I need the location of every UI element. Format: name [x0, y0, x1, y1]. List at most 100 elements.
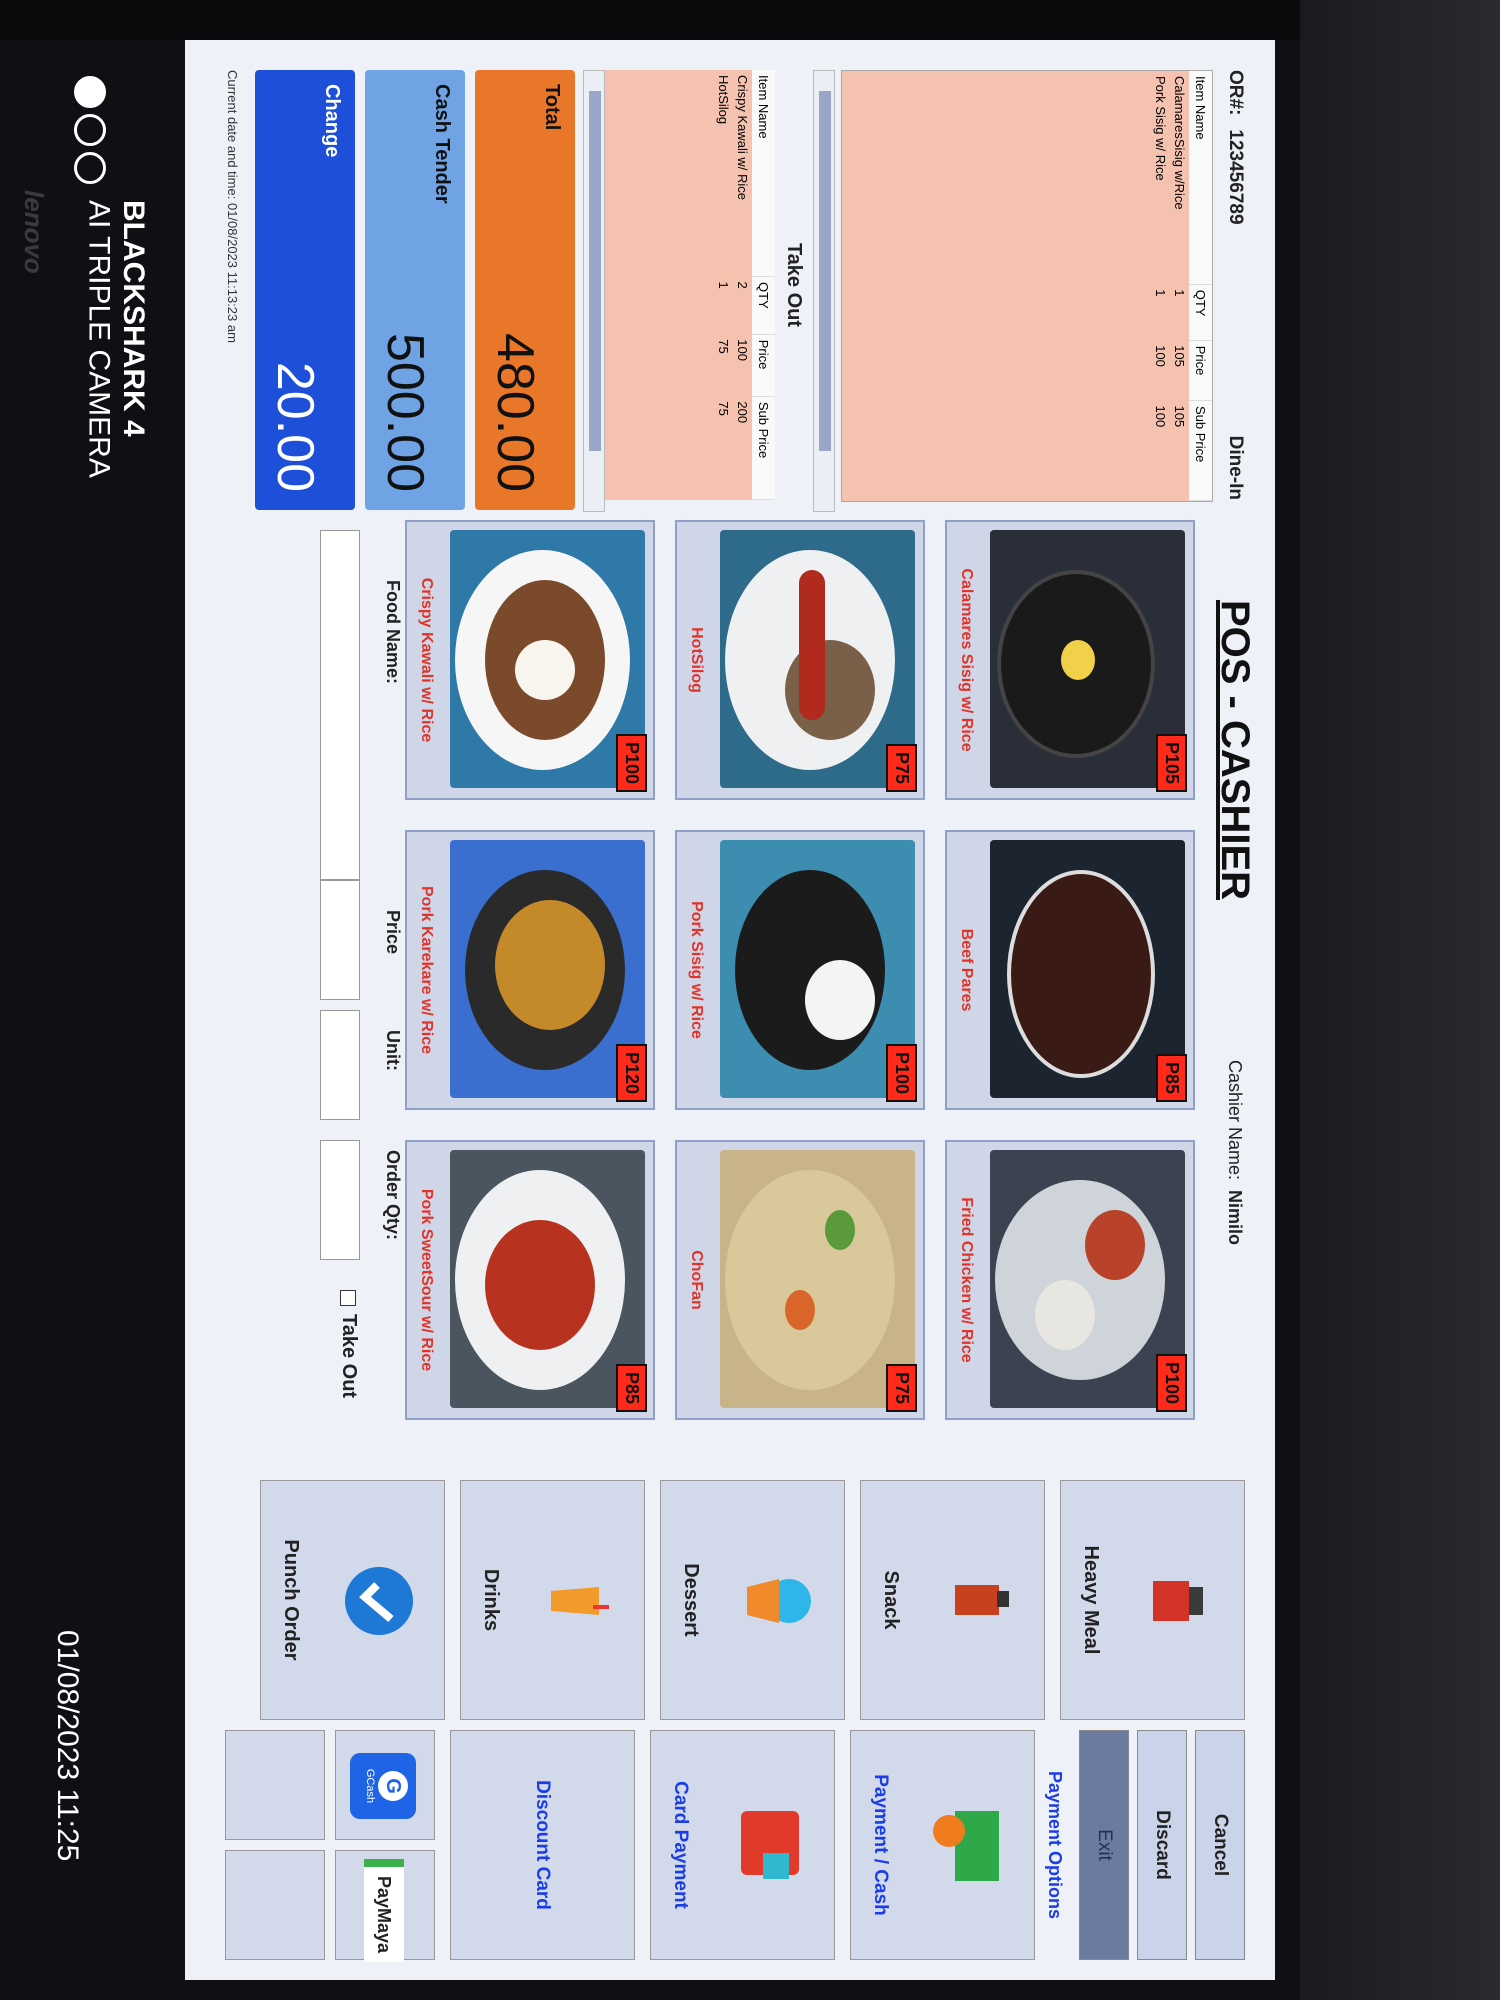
category-label: Heavy Meal [1080, 1545, 1102, 1655]
menu-item-pork-sisig[interactable]: P100 Pork Sisig w/ Rice [675, 830, 925, 1110]
food-name: Pork SweetSour w/ Rice [418, 1188, 435, 1372]
price-tag: P120 [616, 1043, 647, 1102]
food-name: Beef Pares [958, 928, 975, 1012]
monitor-screen: OR#: 123456789 Dine-In Item Name QTY Pri… [185, 40, 1275, 1980]
menu-item-beef-pares[interactable]: P85 Beef Pares [945, 830, 1195, 1110]
cell-subprice: 105 [1172, 405, 1187, 428]
menu-grid: P105 Calamares Sisig w/ Rice P85 Beef Pa… [405, 520, 1195, 1460]
price-tag: P75 [886, 743, 917, 792]
table-row[interactable]: Pork Sisig w/ Rice 1 100 100 [1151, 71, 1170, 501]
menu-item-chofan[interactable]: P75 ChoFan [675, 1140, 925, 1420]
take-out-cart[interactable]: Item Name QTY Price Sub Price Crispy Kaw… [605, 70, 775, 500]
punch-order-button[interactable]: Punch Order [260, 1480, 445, 1720]
food-name: Fried Chicken w/ Rice [958, 1197, 975, 1363]
checkbox-box[interactable] [340, 1290, 357, 1306]
change-box: Change 20.00 [255, 70, 355, 510]
paymaya-button[interactable]: PayMaya [335, 1850, 435, 1962]
cash-icon [933, 1811, 999, 1881]
col-price: Price [752, 334, 775, 397]
category-snack[interactable]: Snack [860, 1480, 1045, 1720]
scrollbar-thumb[interactable] [589, 91, 601, 451]
discount-card-button[interactable]: Discount Card [450, 1730, 635, 1960]
menu-item-hotsilog[interactable]: P75 HotSilog [675, 520, 925, 800]
camera-watermark-dots [60, 70, 120, 184]
food-name: Pork Sisig w/ Rice [688, 901, 705, 1039]
price-tag: P100 [616, 733, 647, 792]
take-out-title: Take Out [783, 242, 805, 328]
blank-button[interactable] [225, 1850, 325, 1960]
category-label: Drinks [480, 1568, 502, 1632]
cashier-label: Cashier Name: [1225, 1060, 1245, 1181]
category-dessert[interactable]: Dessert [660, 1480, 845, 1720]
cell-qty: 1 [716, 281, 731, 289]
category-heavy-meal[interactable]: Heavy Meal [1060, 1480, 1245, 1720]
cash-tender-label: Cash Tender [431, 84, 453, 204]
payment-cash-button[interactable]: Payment / Cash [850, 1730, 1035, 1960]
cancel-button[interactable]: Cancel [1195, 1730, 1245, 1960]
menu-item-pork-karekare[interactable]: P120 Pork Karekare w/ Rice [405, 830, 655, 1110]
total-label: Total [541, 84, 563, 131]
cell-price: 100 [1153, 345, 1168, 367]
gcash-button[interactable]: G GCash [335, 1730, 435, 1840]
col-qty: QTY [1189, 284, 1212, 341]
take-out-scrollbar[interactable] [583, 70, 605, 512]
cash-tender-value[interactable]: 500.00 [375, 333, 435, 492]
cell-qty: 1 [1172, 289, 1187, 297]
take-out-checkbox-label: Take Out [338, 1314, 360, 1399]
checkmark-icon [345, 1567, 413, 1635]
take-out-checkbox[interactable]: Take Out [337, 1290, 360, 1398]
gcash-icon: G GCash [350, 1753, 416, 1819]
watermark-brand: BLACKSHARK 4 [117, 200, 150, 437]
or-label: OR#: [1225, 70, 1246, 116]
table-row[interactable]: HotSilog 1 75 75 [714, 70, 733, 500]
cell-subprice: 200 [735, 401, 750, 424]
price-tag: P85 [1156, 1053, 1187, 1102]
category-drinks[interactable]: Drinks [460, 1480, 645, 1720]
menu-item-crispy-kawali[interactable]: P100 Crispy Kawali w/ Rice [405, 520, 655, 800]
total-box: Total 480.00 [475, 70, 575, 510]
cash-tender-box[interactable]: Cash Tender 500.00 [365, 70, 465, 510]
unit-label: Unit: [383, 1030, 403, 1071]
food-name: ChoFan [688, 1250, 705, 1310]
cell-price: 75 [716, 339, 731, 354]
payment-cash-label: Payment / Cash [870, 1774, 891, 1916]
dine-in-scrollbar[interactable] [813, 70, 835, 512]
price-tag: P105 [1156, 733, 1187, 792]
gcash-label: GCash [364, 1768, 376, 1804]
price-tag: P100 [1156, 1353, 1187, 1412]
food-name-input[interactable] [320, 530, 360, 880]
card-payment-label: Card Payment [670, 1781, 691, 1909]
camera-watermark: BLACKSHARK 4 AI TRIPLE CAMERA [83, 200, 151, 478]
discard-button[interactable]: Discard [1137, 1730, 1187, 1960]
menu-item-calamares-sisig[interactable]: P105 Calamares Sisig w/ Rice [945, 520, 1195, 800]
current-datetime: Current date and time: 01/08/2023 11:13:… [225, 70, 240, 343]
action-panel: Cancel Discard Exit Payment Options Paym… [225, 1730, 1245, 1962]
unit-select[interactable] [320, 1010, 360, 1120]
exit-button[interactable]: Exit [1079, 1730, 1129, 1960]
table-row[interactable]: Crispy Kawali w/ Rice 2 100 200 [733, 70, 752, 500]
table-row[interactable]: CalamaresSisig w/Rice 1 105 105 [1170, 71, 1189, 501]
price-tag: P85 [616, 1363, 647, 1412]
dine-in-cart[interactable]: Item Name QTY Price Sub Price CalamaresS… [841, 70, 1213, 502]
food-name: Crispy Kawali w/ Rice [418, 577, 435, 743]
paymaya-logo: PayMaya [364, 1859, 404, 1962]
watermark-camera: AI TRIPLE CAMERA [82, 200, 116, 478]
card-payment-button[interactable]: Card Payment [650, 1730, 835, 1960]
meal-icon [1153, 1581, 1203, 1621]
menu-item-pork-sweetsour[interactable]: P85 Pork SweetSour w/ Rice [405, 1140, 655, 1420]
price-input[interactable] [320, 880, 360, 1000]
scrollbar-thumb[interactable] [819, 91, 831, 451]
order-qty-input[interactable] [320, 1140, 360, 1260]
change-value: 20.00 [266, 361, 324, 492]
col-qty: QTY [752, 276, 775, 335]
blank-button[interactable] [225, 1730, 325, 1840]
cell-item: Crispy Kawali w/ Rice [735, 75, 750, 200]
menu-item-fried-chicken[interactable]: P100 Fried Chicken w/ Rice [945, 1140, 1195, 1420]
col-item-name: Item Name [1189, 71, 1212, 285]
snack-icon [955, 1585, 1009, 1615]
card-icon [741, 1811, 799, 1879]
order-header: OR#: 123456789 Dine-In [1215, 70, 1255, 500]
order-qty-label: Order Qty: [383, 1150, 403, 1241]
price-tag: P75 [886, 1363, 917, 1412]
price-tag: P100 [886, 1043, 917, 1102]
